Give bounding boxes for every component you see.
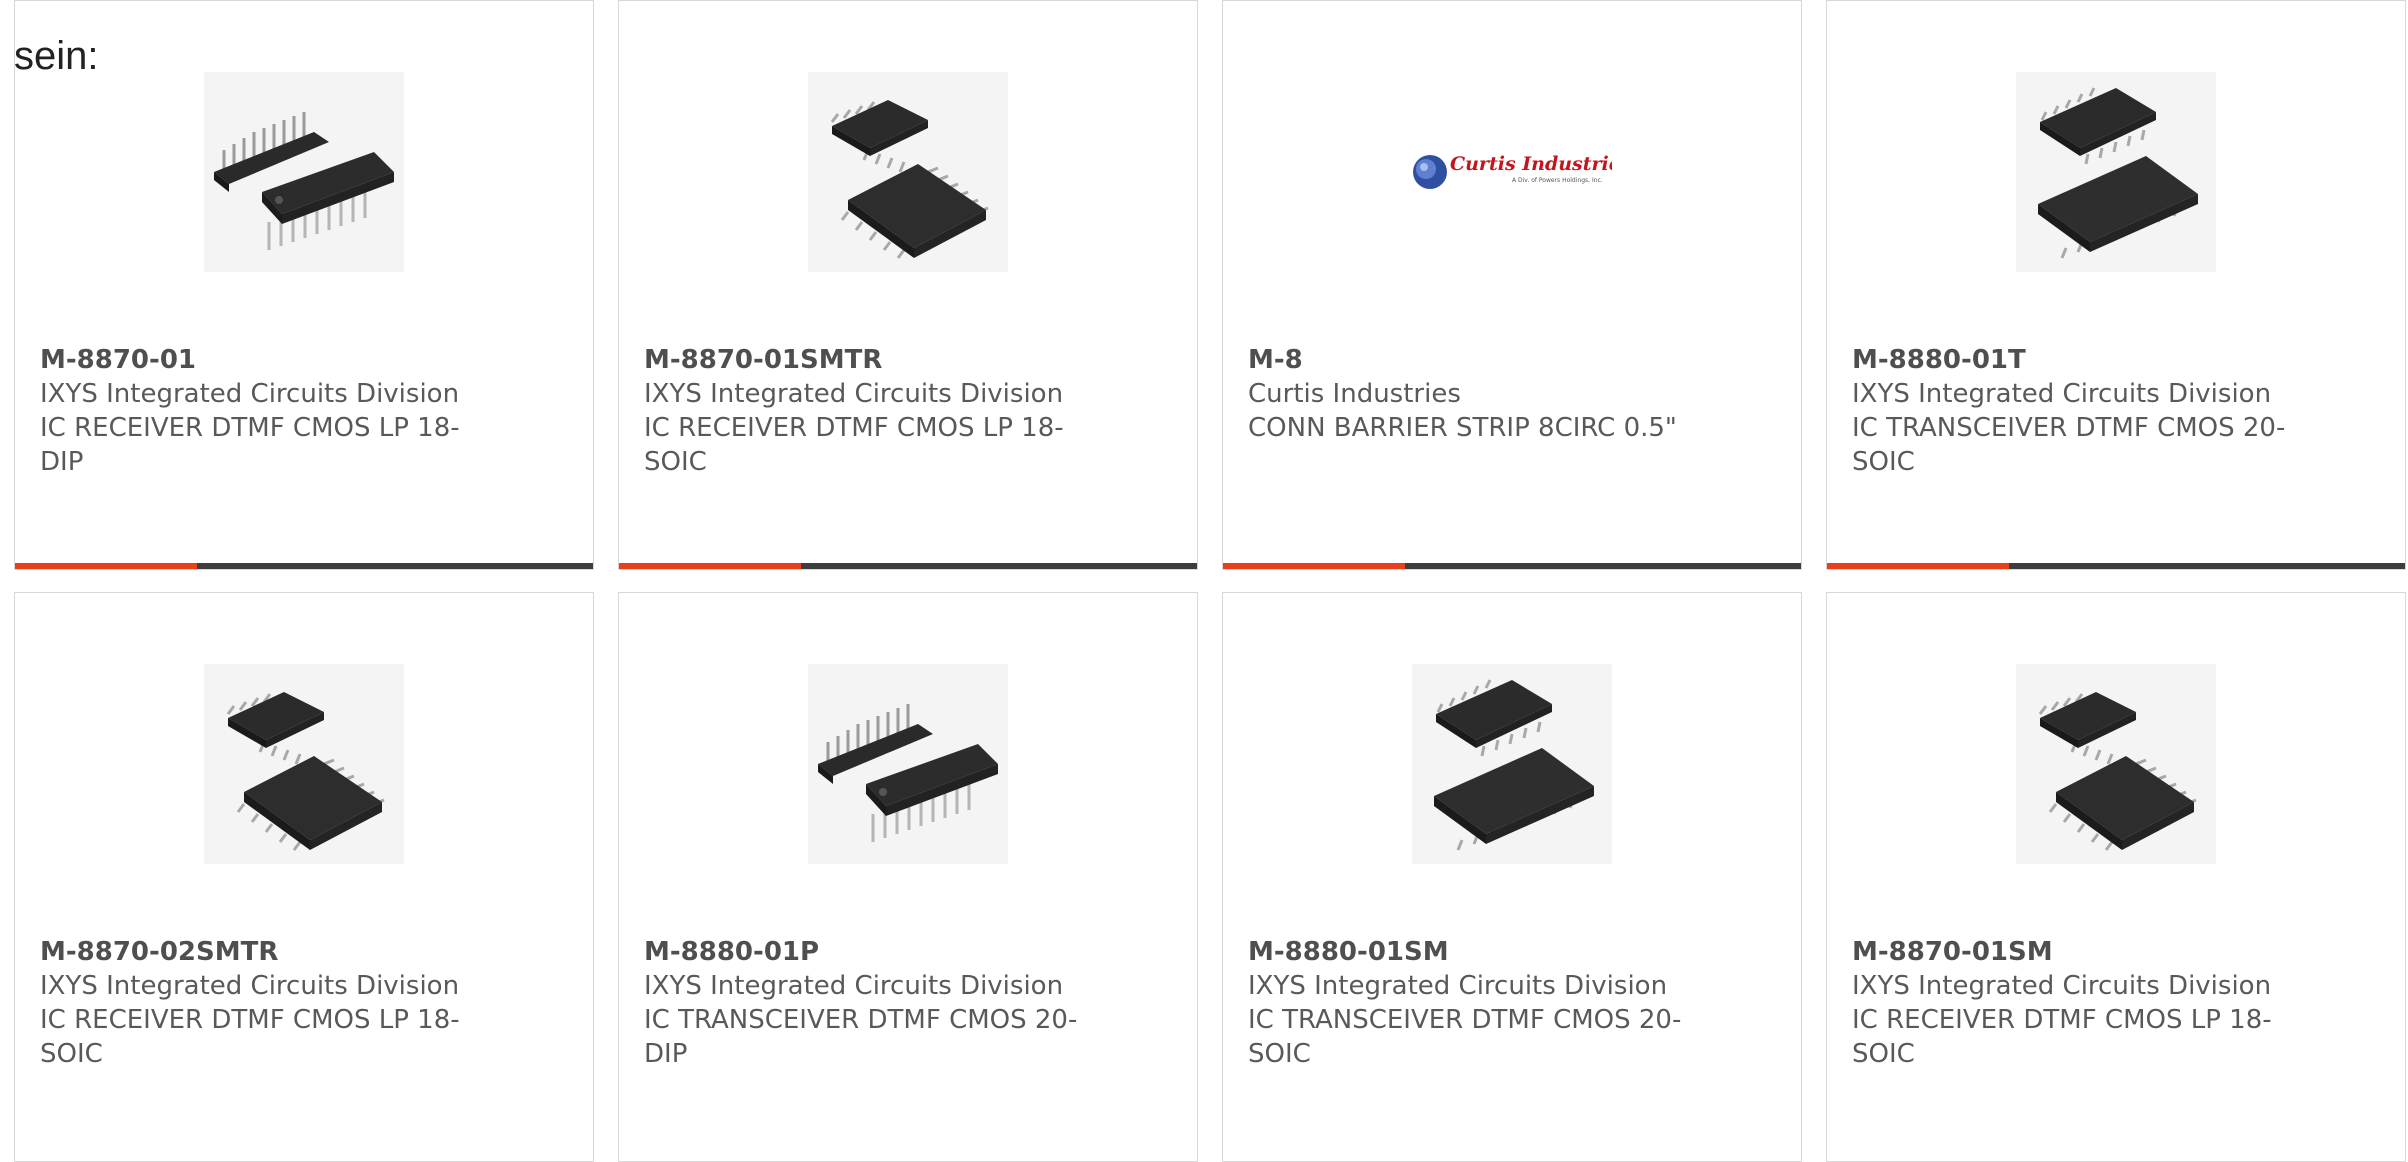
part-number[interactable]: M-8880-01T <box>1852 343 2292 377</box>
product-image[interactable] <box>2016 664 2216 864</box>
description: IC RECEIVER DTMF CMOS LP 18-SOIC <box>40 1005 460 1069</box>
description: IC TRANSCEIVER DTMF CMOS 20-DIP <box>644 1005 1078 1069</box>
part-number[interactable]: M-8 <box>1248 343 1688 377</box>
soic-chip-icon <box>830 100 989 259</box>
curtis-industries-logo: Curtis Industries A Div. of Powers Holdi… <box>1413 153 1612 189</box>
logo-title: Curtis Industries <box>1450 153 1612 175</box>
part-number[interactable]: M-8870-01 <box>40 343 480 377</box>
manufacturer: IXYS Integrated Circuits Division <box>40 971 460 1001</box>
product-info: M-8870-01 IXYS Integrated Circuits Divis… <box>40 343 480 479</box>
card-accent-bar <box>619 563 801 569</box>
product-grid: M-8870-01 IXYS Integrated Circuits Divis… <box>14 0 2408 1162</box>
product-info: M-8880-01P IXYS Integrated Circuits Divi… <box>644 935 1084 1071</box>
dip-chip-icon <box>214 112 394 250</box>
card-bottom-bar <box>1223 563 1801 569</box>
soic-chip-icon <box>226 692 385 851</box>
intro-text: sein: <box>14 34 99 78</box>
card-bottom-bar <box>619 563 1197 569</box>
description: IC RECEIVER DTMF CMOS LP 18-SOIC <box>644 413 1064 477</box>
manufacturer: IXYS Integrated Circuits Division <box>40 379 460 409</box>
part-number[interactable]: M-8870-01SMTR <box>644 343 1084 377</box>
description: IC TRANSCEIVER DTMF CMOS 20-SOIC <box>1248 1005 1682 1069</box>
product-info: M-8870-02SMTR IXYS Integrated Circuits D… <box>40 935 480 1071</box>
part-number[interactable]: M-8880-01P <box>644 935 1084 969</box>
product-image[interactable] <box>2016 72 2216 272</box>
product-info: M-8880-01T IXYS Integrated Circuits Divi… <box>1852 343 2292 479</box>
description: IC TRANSCEIVER DTMF CMOS 20-SOIC <box>1852 413 2286 477</box>
soic-chip-icon <box>2038 87 2198 259</box>
product-image[interactable] <box>204 72 404 272</box>
product-info: M-8870-01SM IXYS Integrated Circuits Div… <box>1852 935 2292 1071</box>
card-accent-bar <box>1223 563 1405 569</box>
product-image[interactable] <box>204 664 404 864</box>
manufacturer: IXYS Integrated Circuits Division <box>1852 971 2272 1001</box>
part-number[interactable]: M-8870-02SMTR <box>40 935 480 969</box>
card-bottom-bar <box>1827 563 2405 569</box>
card-accent-bar <box>15 563 197 569</box>
product-card[interactable]: M-8870-01 IXYS Integrated Circuits Divis… <box>14 0 594 570</box>
card-accent-bar <box>1827 563 2009 569</box>
description: IC RECEIVER DTMF CMOS LP 18-DIP <box>40 413 460 477</box>
part-number[interactable]: M-8880-01SM <box>1248 935 1688 969</box>
logo-subtitle: A Div. of Powers Holdings, Inc. <box>1512 177 1603 184</box>
product-image[interactable] <box>808 72 1008 272</box>
card-bottom-bar <box>15 563 593 569</box>
product-card[interactable]: M-8870-01SM IXYS Integrated Circuits Div… <box>1826 592 2406 1162</box>
manufacturer: IXYS Integrated Circuits Division <box>644 971 1064 1001</box>
product-info: M-8870-01SMTR IXYS Integrated Circuits D… <box>644 343 1084 479</box>
product-image[interactable] <box>1412 664 1612 864</box>
soic-chip-icon <box>2038 692 2197 851</box>
description: CONN BARRIER STRIP 8CIRC 0.5" <box>1248 413 1677 443</box>
product-card[interactable]: M-8870-01SMTR IXYS Integrated Circuits D… <box>618 0 1198 570</box>
manufacturer: IXYS Integrated Circuits Division <box>644 379 1064 409</box>
product-image[interactable] <box>808 664 1008 864</box>
description: IC RECEIVER DTMF CMOS LP 18-SOIC <box>1852 1005 2272 1069</box>
product-info: M-8 Curtis Industries CONN BARRIER STRIP… <box>1248 343 1688 445</box>
dip-chip-icon <box>818 704 998 842</box>
product-image[interactable]: Curtis Industries A Div. of Powers Holdi… <box>1412 72 1612 272</box>
product-card[interactable]: M-8870-02SMTR IXYS Integrated Circuits D… <box>14 592 594 1162</box>
manufacturer: Curtis Industries <box>1248 379 1461 409</box>
part-number[interactable]: M-8870-01SM <box>1852 935 2292 969</box>
soic-chip-icon <box>1434 679 1594 851</box>
product-info: M-8880-01SM IXYS Integrated Circuits Div… <box>1248 935 1688 1071</box>
product-card[interactable]: M-8880-01P IXYS Integrated Circuits Divi… <box>618 592 1198 1162</box>
manufacturer: IXYS Integrated Circuits Division <box>1248 971 1668 1001</box>
manufacturer: IXYS Integrated Circuits Division <box>1852 379 2272 409</box>
product-card[interactable]: M-8880-01T IXYS Integrated Circuits Divi… <box>1826 0 2406 570</box>
product-card[interactable]: M-8880-01SM IXYS Integrated Circuits Div… <box>1222 592 1802 1162</box>
product-card[interactable]: Curtis Industries A Div. of Powers Holdi… <box>1222 0 1802 570</box>
